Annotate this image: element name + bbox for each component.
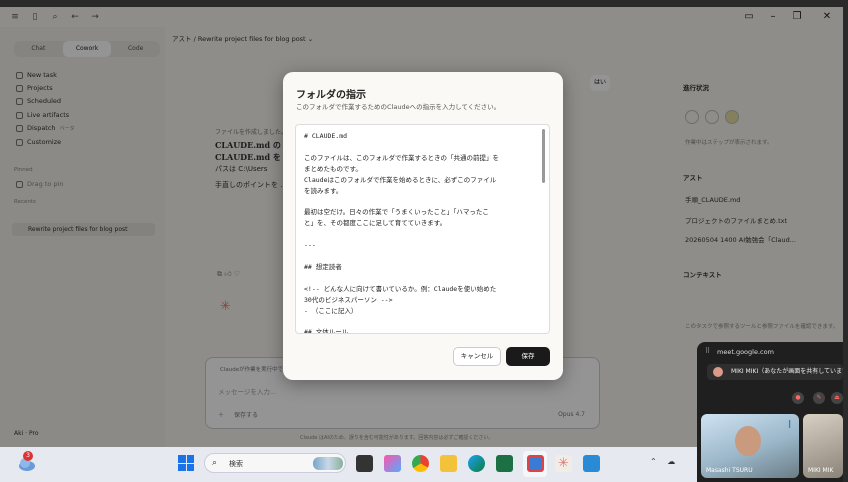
drag-handle-icon[interactable]: ⠿ [705,347,710,355]
claude-icon[interactable]: ✳ [555,455,572,472]
scrollbar[interactable] [542,129,545,183]
instructions-textarea[interactable]: # CLAUDE.md このファイルは、このフォルダで作業するときの「共通の前提… [295,124,550,334]
file-explorer-icon[interactable] [440,455,457,472]
notepad-icon[interactable] [583,455,600,472]
participant-tile[interactable]: ❙ Masashi TSURU [701,414,799,478]
excel-icon[interactable] [496,455,513,472]
participant-face [735,426,761,456]
chrome-icon[interactable] [412,455,429,472]
notification-badge: 3 [23,451,33,461]
desktop: ≡ ▯ ⌕ ← → ▭ – ❐ ✕ Chat Cowork Code New t… [0,0,848,482]
dialog-subtitle: このフォルダで作業するためのClaudeへの指示を入力してください。 [296,103,501,111]
chevron-up-icon[interactable]: ⌃ [650,457,657,466]
search-icon: ⌕ [212,458,218,468]
speaking-icon: ❙ [786,419,793,428]
stop-share-icon[interactable]: ● [792,392,804,404]
save-button[interactable]: 保存 [506,347,550,366]
leave-icon[interactable]: ⏏ [831,392,843,404]
presenting-bar: MIKI MIKI（あなたが画面を共有しています） [707,364,843,380]
app-window-icon[interactable] [527,455,544,472]
task-view-icon[interactable] [356,455,373,472]
avatar [713,367,723,377]
folder-instructions-dialog: フォルダの指示 このフォルダで作業するためのClaudeへの指示を入力してくださ… [283,72,563,380]
system-tray: ⌃ ☁ [650,457,675,466]
meet-url: meet.google.com [717,348,774,356]
search-label: 検索 [229,460,243,468]
meet-overlay: ⠿ meet.google.com MIKI MIKI（あなたが画面を共有してい… [697,342,843,482]
taskbar-search[interactable]: ⌕ 検索 [204,453,346,473]
search-highlight-image [313,457,343,470]
cancel-button[interactable]: キャンセル [453,347,501,366]
cloud-icon[interactable]: ☁ [667,457,675,466]
start-button[interactable] [178,455,194,471]
edge-icon[interactable] [468,455,485,472]
participant-tile[interactable]: MIKI MIK [803,414,843,478]
participant-name: MIKI MIK [808,467,834,474]
taskbar: 3 ⌕ 検索 ✳ ⌃ ☁ [0,447,697,482]
dialog-title: フォルダの指示 [296,90,366,101]
copilot-icon[interactable] [384,455,401,472]
instructions-content[interactable]: # CLAUDE.md このファイルは、このフォルダで作業するときの「共通の前提… [304,131,536,333]
edit-icon[interactable]: ✎ [813,392,825,404]
participant-name: Masashi TSURU [706,467,753,474]
